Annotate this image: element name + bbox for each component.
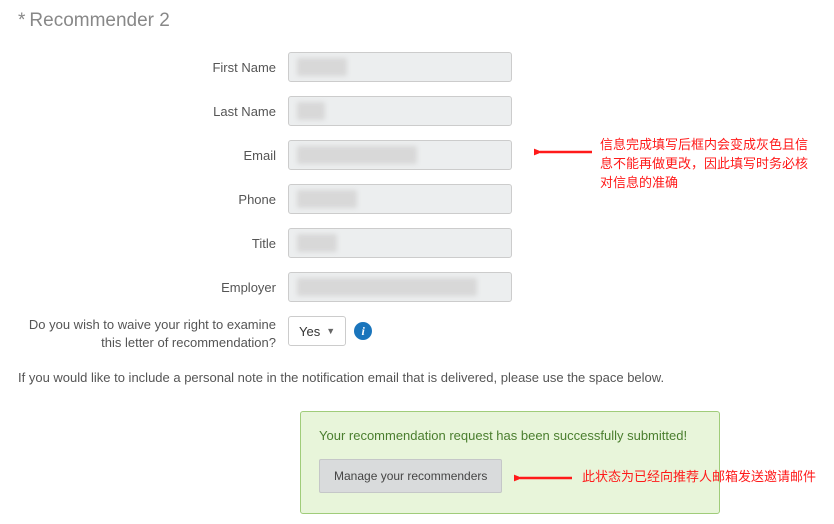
phone-field [288, 184, 512, 214]
label-waive: Do you wish to waive your right to exami… [10, 316, 288, 352]
row-employer: Employer [10, 272, 834, 302]
row-first-name: First Name [10, 52, 834, 82]
email-field [288, 140, 512, 170]
chevron-down-icon: ▼ [326, 326, 335, 336]
info-icon[interactable]: i [354, 322, 372, 340]
required-asterisk: * [18, 10, 25, 31]
waive-select-value: Yes [299, 324, 320, 339]
annotation-arrow-1 [534, 145, 596, 159]
last-name-field [288, 96, 512, 126]
label-title: Title [10, 236, 288, 251]
label-email: Email [10, 148, 288, 163]
annotation-text-1: 信息完成填写后框内会变成灰色且信息不能再做更改，因此填写时务必核对信息的准确 [600, 136, 810, 193]
success-message: Your recommendation request has been suc… [319, 428, 701, 443]
row-last-name: Last Name [10, 96, 834, 126]
waive-select[interactable]: Yes ▼ [288, 316, 346, 346]
row-waive: Do you wish to waive your right to exami… [10, 316, 834, 352]
row-title: Title [10, 228, 834, 258]
label-phone: Phone [10, 192, 288, 207]
label-employer: Employer [10, 280, 288, 295]
personal-note-instruction: If you would like to include a personal … [10, 370, 834, 385]
label-last-name: Last Name [10, 104, 288, 119]
section-heading: *Recommender 2 [10, 10, 834, 32]
section-title-text: Recommender 2 [29, 10, 169, 31]
success-panel: Your recommendation request has been suc… [300, 411, 720, 514]
first-name-field [288, 52, 512, 82]
annotation-text-2: 此状态为已经向推荐人邮箱发送邀请邮件 [582, 468, 822, 487]
employer-field [288, 272, 512, 302]
manage-recommenders-button[interactable]: Manage your recommenders [319, 459, 502, 493]
annotation-arrow-2 [514, 471, 576, 485]
title-field [288, 228, 512, 258]
label-first-name: First Name [10, 60, 288, 75]
